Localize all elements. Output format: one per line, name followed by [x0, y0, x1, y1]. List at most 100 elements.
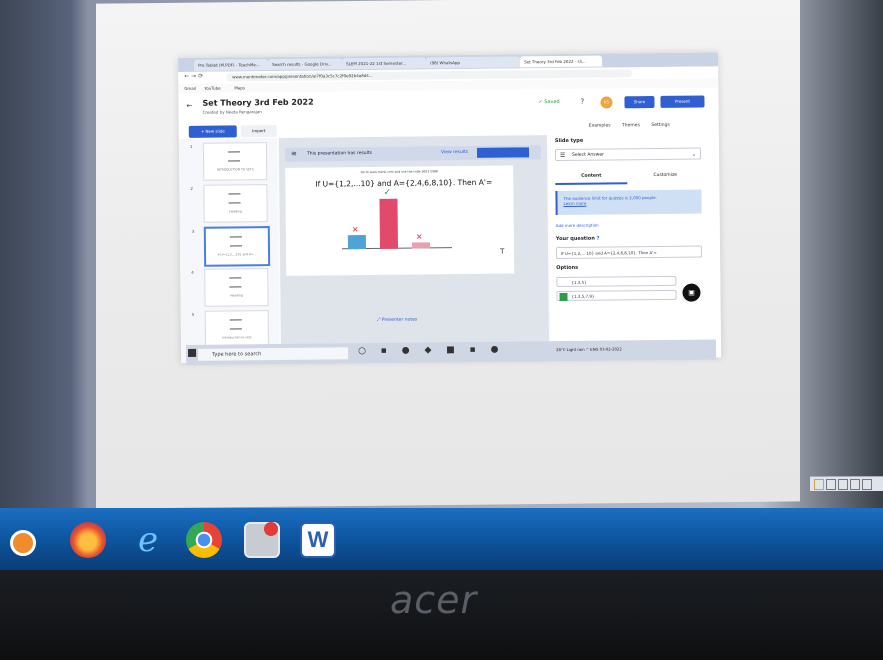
system-tray: 28°C Light rain ^ ENG 03-02-2022	[556, 346, 622, 353]
info-icon[interactable]: ?	[597, 236, 600, 242]
tray-icon[interactable]	[838, 479, 848, 490]
option-input[interactable]: {1,3,5}	[556, 275, 677, 288]
chart-icon: ≋	[290, 149, 297, 158]
slide-number: 5	[191, 311, 195, 317]
quiz-icon	[229, 236, 242, 247]
presenter-notes-link[interactable]: ⤢ Presenter notes	[377, 317, 418, 323]
result-bar	[411, 241, 431, 249]
heading-icon	[227, 151, 241, 162]
presentation-title[interactable]: Set Theory 3rd Feb 2022	[202, 98, 313, 108]
slide-thumbnail[interactable]: 2 Heading	[190, 184, 268, 223]
slide-type-select[interactable]: Select Answer ☰ ⌄	[554, 147, 702, 162]
import-button[interactable]: Import	[240, 124, 277, 138]
option-input[interactable]: {1,3,5,7,9}	[556, 289, 677, 302]
word-icon[interactable]: W	[300, 522, 336, 558]
internet-explorer-icon[interactable]: e	[130, 522, 166, 558]
media-player-icon[interactable]	[10, 530, 36, 556]
slide-thumbnail[interactable]: 1 INTRODUCTION TO SETS	[190, 142, 268, 181]
correct-check-icon: ✓	[383, 188, 392, 199]
tray-icon[interactable]	[814, 479, 824, 490]
slide-canvas: ≋ This presentation has results View res…	[278, 135, 550, 362]
bookmark-maps[interactable]: Maps	[234, 83, 245, 92]
slide-number: 3	[191, 228, 195, 234]
audience-limit-notice: The audience limit for quizzes is 2,000 …	[555, 189, 702, 216]
heading-icon	[229, 319, 242, 330]
back-arrow-icon[interactable]: ←	[186, 102, 192, 110]
add-description-link[interactable]: Add more description	[556, 223, 599, 228]
slide-caption: Introduction to sets	[222, 335, 252, 340]
heading-icon	[228, 193, 241, 204]
presentation-author: Created by Neeta Rengarajan	[202, 109, 262, 115]
heading-icon	[229, 277, 242, 288]
toolbar-links: Examples Themes Settings	[589, 123, 680, 129]
chevron-down-icon: ⌄	[691, 151, 697, 158]
reset-results-button[interactable]	[476, 147, 530, 158]
browser-tab-active[interactable]: Set Theory 3rd Feb 2022 - sli...	[520, 55, 603, 68]
tab-content[interactable]: Content	[555, 170, 628, 186]
slide-thumbnail-selected[interactable]: 3 If U={1,2,...10} and A=...	[192, 226, 271, 267]
help-icon[interactable]: ?	[580, 98, 584, 106]
bookmark-gmail[interactable]: Gmail	[184, 84, 196, 93]
slide-thumbnail[interactable]: 4 Heading	[191, 268, 269, 307]
your-question-label: Your question ?	[555, 235, 600, 243]
tray-icon[interactable]	[826, 479, 836, 490]
learn-more-link[interactable]: Learn more	[564, 200, 696, 206]
view-results-link[interactable]: View results	[441, 150, 468, 155]
acer-logo: acer	[390, 578, 478, 622]
screen-tray-icons	[810, 476, 883, 491]
error-badge-icon	[264, 522, 278, 536]
taskbar-app-icons[interactable]: ○ ▪ ● ◆ ■ ▪ ●	[358, 345, 504, 357]
browser-tab[interactable]: Search results - Google Driv...	[268, 58, 343, 71]
slide-thumbnail[interactable]: 5 Introduction to sets	[192, 310, 270, 349]
slide-list: 1 INTRODUCTION TO SETS 2 Heading 3 If U=…	[178, 137, 280, 363]
slide-caption: INTRODUCTION TO SETS	[216, 167, 254, 172]
chat-icon[interactable]: ▣	[682, 283, 701, 302]
slide-caption: If U={1,2,...10} and A=...	[217, 252, 257, 257]
wrong-x-icon: ✕	[415, 232, 423, 242]
results-banner: ≋ This presentation has results View res…	[284, 145, 542, 162]
browser-tab[interactable]: Pre Tablet (M.PDF) - TeachMe...	[194, 59, 269, 71]
list-icon: ☰	[560, 151, 566, 160]
themes-link[interactable]: Themes	[622, 123, 640, 128]
share-button[interactable]: Share	[624, 96, 655, 109]
printer-icon[interactable]	[244, 522, 280, 558]
slide-type-label: Slide type	[554, 137, 584, 145]
projected-browser-window: Pre Tablet (M.PDF) - TeachMe... Search r…	[178, 52, 722, 363]
slide-question: If U={1,2,...10} and A={2,4,6,8,10}. The…	[315, 177, 493, 189]
tab-customize[interactable]: Customize	[629, 170, 701, 183]
panel-tabs: Content Customize	[555, 170, 701, 186]
question-input[interactable]: If U={1,2,... 10} and A={2,4,6,8,10}. Th…	[556, 245, 703, 260]
tray-icon[interactable]	[862, 479, 872, 490]
results-text: This presentation has results	[306, 150, 373, 157]
laptop-taskbar: e W	[0, 508, 883, 570]
present-button[interactable]: Present	[660, 95, 705, 108]
tray-icon[interactable]	[850, 479, 860, 490]
slide-caption: Heading	[230, 293, 243, 298]
options-label: Options	[556, 264, 579, 272]
slide-number: 4	[191, 269, 194, 275]
avatar[interactable]: KS	[600, 96, 613, 109]
examples-link[interactable]: Examples	[589, 123, 611, 128]
slide-caption: Heading	[229, 209, 242, 214]
join-instructions: Go to www.menti.com and use the code 965…	[360, 169, 438, 175]
settings-link[interactable]: Settings	[651, 123, 670, 128]
result-bar	[379, 199, 399, 249]
wrong-x-icon: ✕	[351, 224, 359, 234]
slide-number: 1	[189, 143, 193, 149]
result-bar	[347, 234, 367, 250]
firefox-icon[interactable]	[70, 522, 106, 558]
browser-tab[interactable]: SLEM 2021-22 1st Semester...	[342, 57, 427, 70]
slide-number: 2	[190, 185, 193, 191]
browser-tab[interactable]: (98) WhatsApp	[426, 56, 521, 69]
editor-side-panel: Slide type Select Answer ☰ ⌄ Content Cus…	[548, 133, 722, 360]
nav-arrows-icon[interactable]: ← → ⟳	[184, 73, 203, 80]
taskbar-search[interactable]: Type here to search	[198, 347, 349, 361]
saved-status: ✓ Saved	[538, 99, 560, 106]
text-tool-icon[interactable]: T	[500, 248, 504, 256]
new-slide-button[interactable]: + New slide	[188, 125, 237, 138]
slide-preview[interactable]: Go to www.menti.com and use the code 965…	[285, 165, 515, 276]
windows-start-icon[interactable]	[188, 348, 197, 357]
chrome-icon[interactable]	[186, 522, 222, 558]
bookmark-youtube[interactable]: YouTube	[204, 84, 220, 93]
correct-checkbox[interactable]	[559, 292, 568, 302]
